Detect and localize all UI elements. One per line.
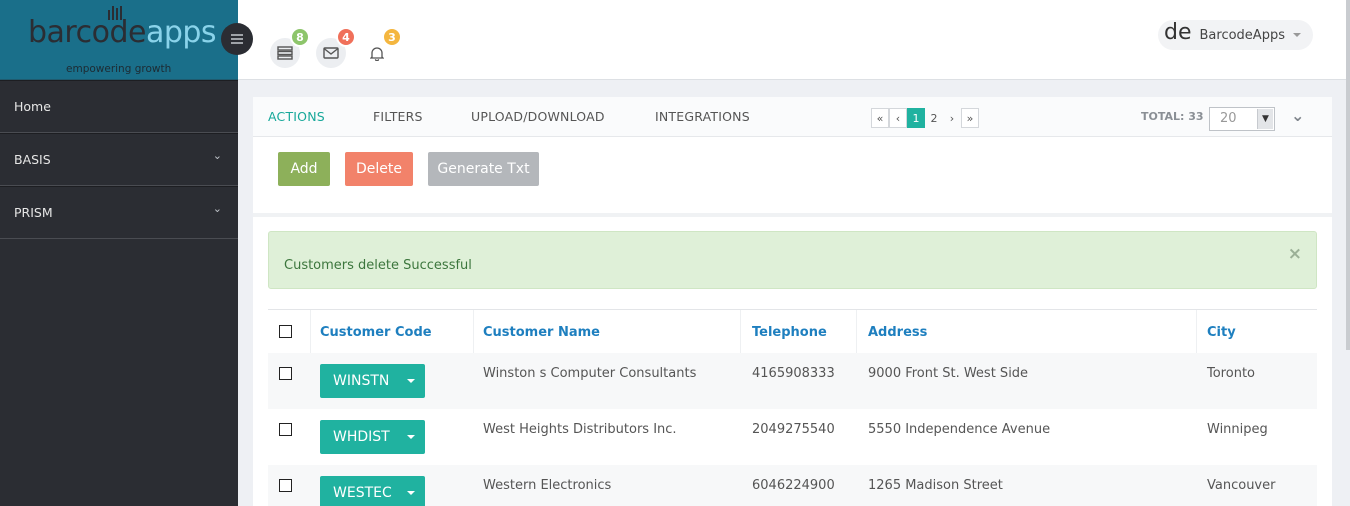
sidebar-item-home[interactable]: Home	[0, 80, 238, 133]
sidebar: barcodeapps empowering growth Home BASIS…	[0, 0, 238, 506]
customer-name: Winston s Computer Consultants	[483, 366, 697, 381]
column-divider	[856, 310, 857, 354]
tab-filters[interactable]: FILTERS	[373, 109, 423, 124]
alerts-button[interactable]: 3	[362, 27, 402, 68]
customer-code-button[interactable]: WINSTN	[320, 364, 425, 398]
pagination: « ‹ 1 2 › »	[871, 108, 979, 128]
column-header-city[interactable]: City	[1207, 325, 1236, 340]
tab-actions[interactable]: ACTIONS	[268, 109, 325, 124]
address: 9000 Front St. West Side	[868, 366, 1029, 381]
user-menu[interactable]: de BarcodeApps	[1158, 20, 1313, 50]
envelope-icon	[323, 47, 339, 59]
telephone: 2049275540	[752, 422, 835, 437]
row-checkbox[interactable]	[279, 423, 292, 436]
table-header: Customer Code Customer Name Telephone Ad…	[268, 309, 1317, 354]
column-divider	[740, 310, 741, 354]
customer-code: WESTEC	[333, 485, 392, 501]
notification-badge: 3	[382, 27, 402, 47]
action-buttons: Add Delete Generate Txt	[278, 152, 554, 186]
column-divider	[1196, 310, 1197, 354]
caret-down-icon	[1292, 33, 1301, 37]
customer-code-button[interactable]: WHDIST	[320, 420, 425, 454]
next-page-button[interactable]: ›	[943, 108, 961, 128]
page-scrollbar[interactable]	[1346, 0, 1350, 350]
column-divider	[310, 310, 311, 354]
first-page-button[interactable]: «	[871, 108, 889, 128]
chevron-down-icon: ▼	[1257, 109, 1273, 129]
bell-icon	[370, 46, 384, 61]
caret-down-icon	[407, 435, 415, 439]
generate-txt-button[interactable]: Generate Txt	[428, 152, 539, 186]
caret-down-icon	[407, 491, 415, 495]
logo-text: barcodeapps	[28, 15, 217, 50]
delete-button[interactable]: Delete	[345, 152, 413, 186]
city: Toronto	[1207, 366, 1255, 381]
chevron-down-icon: ⌄	[212, 202, 222, 215]
page-size-select[interactable]: 20 ▼	[1209, 107, 1275, 131]
total-count: TOTAL: 33	[1141, 110, 1204, 123]
menu-toggle-button[interactable]	[221, 23, 253, 55]
divider	[253, 213, 1332, 217]
logo[interactable]: barcodeapps empowering growth	[0, 0, 238, 80]
tab-bar: ACTIONS FILTERS UPLOAD/DOWNLOAD INTEGRAT…	[253, 97, 1332, 137]
success-alert: Customers delete Successful ×	[268, 231, 1317, 289]
page-1-button[interactable]: 1	[907, 108, 925, 128]
customer-code: WINSTN	[333, 373, 390, 389]
sidebar-item-label: BASIS	[14, 152, 51, 167]
server-notifications-button[interactable]: 8	[270, 27, 310, 68]
column-divider	[473, 310, 474, 354]
customer-code: WHDIST	[333, 429, 390, 445]
row-checkbox[interactable]	[279, 479, 292, 492]
close-icon[interactable]: ×	[1288, 244, 1302, 264]
page-2-button[interactable]: 2	[925, 108, 943, 128]
address: 5550 Independence Avenue	[868, 422, 1051, 437]
table-row: WINSTN Winston s Computer Consultants 41…	[268, 353, 1317, 409]
page-size-value: 20	[1220, 111, 1237, 126]
address: 1265 Madison Street	[868, 478, 1003, 493]
collapse-chevron-icon[interactable]: ⌄	[1291, 106, 1304, 125]
messages-button[interactable]: 4	[316, 27, 356, 68]
column-header-customer-name[interactable]: Customer Name	[483, 325, 600, 340]
last-page-button[interactable]: »	[961, 108, 979, 128]
prev-page-button[interactable]: ‹	[889, 108, 907, 128]
customers-table: Customer Code Customer Name Telephone Ad…	[268, 309, 1317, 506]
user-name: BarcodeApps	[1199, 27, 1285, 43]
chevron-down-icon: ⌄	[212, 149, 222, 162]
main-panel: ACTIONS FILTERS UPLOAD/DOWNLOAD INTEGRAT…	[253, 97, 1332, 506]
sidebar-item-label: Home	[14, 99, 51, 114]
hamburger-icon	[231, 34, 243, 44]
telephone: 4165908333	[752, 366, 835, 381]
column-header-telephone[interactable]: Telephone	[752, 325, 827, 340]
select-all-checkbox[interactable]	[279, 325, 292, 338]
table-row: WESTEC Western Electronics 6046224900 12…	[268, 465, 1317, 506]
customer-code-button[interactable]: WESTEC	[320, 476, 425, 506]
column-header-address[interactable]: Address	[868, 325, 927, 340]
tab-upload-download[interactable]: UPLOAD/DOWNLOAD	[471, 109, 605, 124]
row-checkbox[interactable]	[279, 367, 292, 380]
server-icon	[277, 46, 293, 60]
city: Vancouver	[1207, 478, 1276, 493]
tab-integrations[interactable]: INTEGRATIONS	[655, 109, 750, 124]
add-button[interactable]: Add	[278, 152, 330, 186]
sidebar-item-prism[interactable]: PRISM ⌄	[0, 186, 238, 239]
sidebar-item-label: PRISM	[14, 205, 53, 220]
column-header-customer-code[interactable]: Customer Code	[320, 325, 432, 340]
avatar: de	[1164, 20, 1192, 45]
sidebar-item-basis[interactable]: BASIS ⌄	[0, 133, 238, 186]
notification-badge: 4	[336, 27, 356, 47]
caret-down-icon	[407, 379, 415, 383]
alert-message: Customers delete Successful	[284, 258, 472, 273]
city: Winnipeg	[1207, 422, 1268, 437]
customer-name: West Heights Distributors Inc.	[483, 422, 677, 437]
notification-badge: 8	[290, 27, 310, 47]
logo-tagline: empowering growth	[66, 63, 172, 75]
table-row: WHDIST West Heights Distributors Inc. 20…	[268, 409, 1317, 465]
telephone: 6046224900	[752, 478, 835, 493]
topbar: 8 4 3 de BarcodeApps	[238, 0, 1350, 80]
customer-name: Western Electronics	[483, 478, 612, 493]
